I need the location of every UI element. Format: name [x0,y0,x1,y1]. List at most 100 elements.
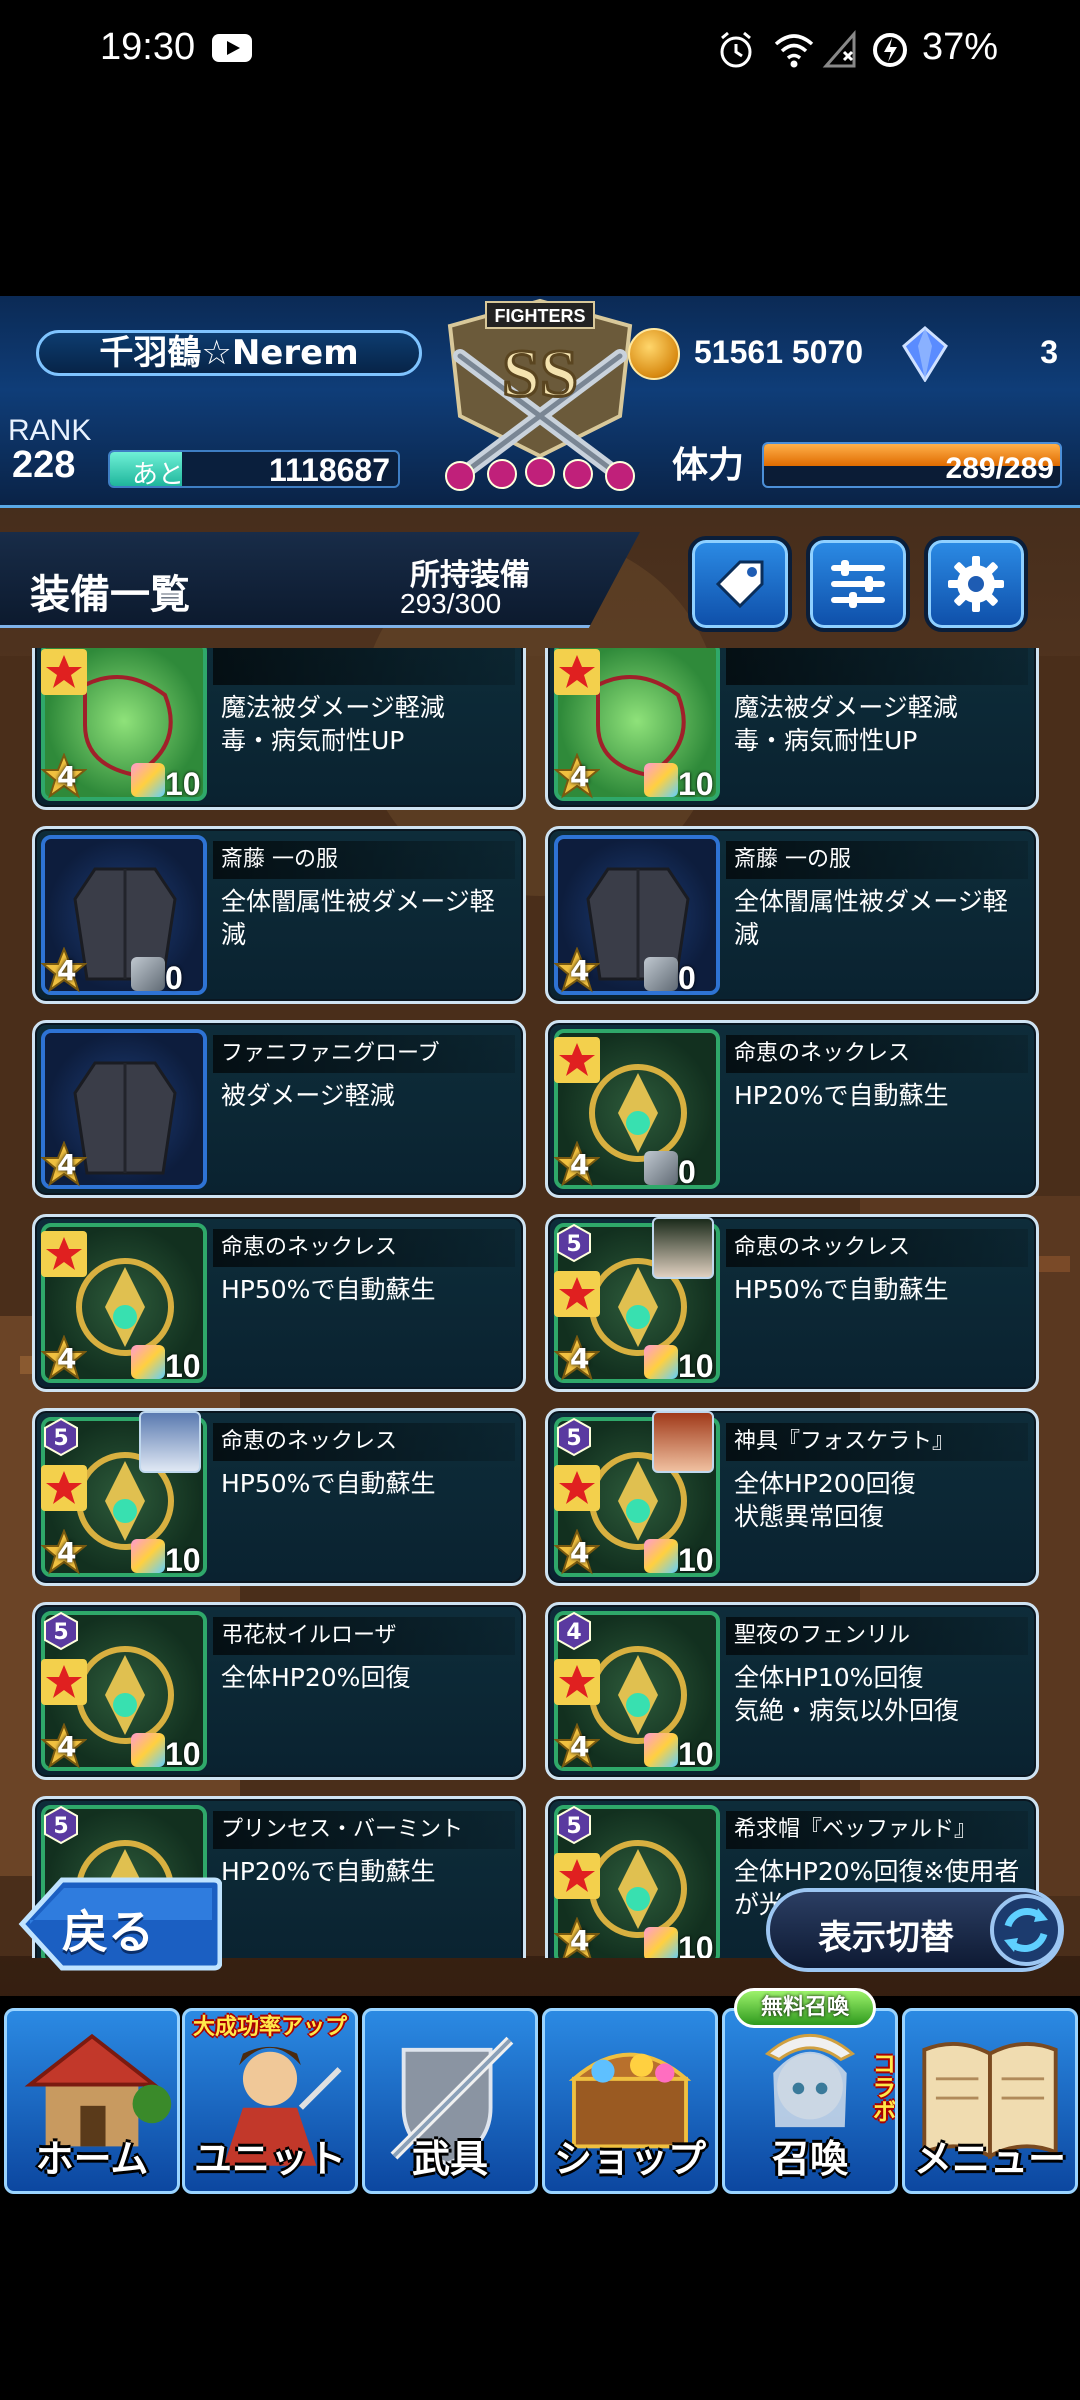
evolution-badge: 5 [44,1805,78,1845]
signal-icon [822,30,856,68]
exp-remaining-label: あと [132,460,185,488]
evolution-badge-label: 5 [566,1426,581,1451]
rarity-value: 4 [57,1730,77,1763]
nav-summon-collab-tag: コラボ [868,2051,896,2123]
enhance-level: 10 [165,766,201,802]
exp-remaining-value: 1118687 [268,452,390,488]
owned-count-value: 293/300 [400,588,502,619]
red-star-icon [554,1465,600,1511]
enhance-level: 0 [165,960,183,996]
player-header: 千羽鶴☆Nerem RANK 228 あと 1118687 FIGHTERS S… [0,296,1080,508]
enhance-level: 0 [678,1154,696,1190]
equipment-effect: HP20%で自動蘇生 [221,1857,436,1886]
equipment-card[interactable]: 5 4 10 命恵のネックレス HP50%で自動蘇生 [545,1214,1039,1392]
rarity-value: 4 [57,760,77,793]
back-button-label[interactable]: 戻る [62,1896,154,1962]
tag-icon [715,560,764,609]
evolution-badge-label: 5 [53,1814,68,1839]
equipment-effect: 全体HP10%回復 気絶・病気以外回復 [734,1663,960,1725]
enhance-level: 10 [678,1930,714,1958]
red-star-icon [554,1271,600,1317]
stamina-label: 体力 [672,445,745,486]
nav-unit[interactable]: ユニット 大成功率アップ [182,2008,358,2194]
nav-shop[interactable]: ショップ [542,2008,718,2194]
equipment-effect: HP20%で自動蘇生 [734,1081,949,1110]
nav-equipment-label: 武具 [411,2137,488,2181]
filter-button[interactable] [806,536,910,632]
equipment-card[interactable]: 5 4 10 弔花杖イルローザ全体HP20%回復 [32,1602,526,1780]
equipment-card[interactable]: 4 4 10 聖夜のフェンリル 全体HP10%回復 気絶・病気以外回復 [545,1602,1039,1780]
rarity-value: 4 [57,1536,77,1569]
evolution-badge: 5 [557,1417,591,1457]
equipment-card[interactable]: 5 4 10 神具『フォスケラト』 全体HP200回復 状態異常回復 [545,1408,1039,1586]
hammer-icon [644,1151,678,1185]
rarity-value: 4 [570,1730,590,1763]
equipment-list[interactable]: 4 10 魔法被ダメージ軽減 毒・病気耐性UP 4 10 魔法被ダメージ軽減 毒・病気耐性… [0,648,1080,1958]
equipment-effect: 魔法被ダメージ軽減 毒・病気耐性UP [734,693,958,755]
enhance-level: 10 [678,766,714,802]
rarity-value: 4 [570,1536,590,1569]
red-star-icon [554,649,600,695]
equipment-card[interactable]: 4 0 斎藤 一の服 全体闇属性被ダメージ軽減 [545,826,1039,1004]
equipment-effect: 魔法被ダメージ軽減 毒・病気耐性UP [221,693,445,755]
player-name[interactable]: 千羽鶴☆Nerem [36,330,422,376]
nav-shop-label: ショップ [553,2137,706,2181]
emblem-label: FIGHTERS [494,306,585,326]
equipment-card[interactable]: 4 ファニファニグローブ 被ダメージ軽減 [32,1020,526,1198]
enhance-level: 0 [678,960,696,996]
refresh-icon[interactable] [986,1888,1066,1972]
equipment-name: 命恵のネックレス [726,1035,1028,1073]
youtube-icon [212,34,252,62]
equipment-card[interactable]: 4 0 命恵のネックレス HP20%で自動蘇生 [545,1020,1039,1198]
rarity-value: 4 [57,1148,77,1181]
equipment-name [726,648,1028,685]
evolution-badge: 5 [557,1805,591,1845]
game-screen: 千羽鶴☆Nerem RANK 228 あと 1118687 FIGHTERS S… [0,296,1080,2196]
nav-menu-label: メニュー [913,2137,1066,2181]
exp-bar: あと 1118687 [108,450,400,488]
tag-button[interactable] [688,536,792,632]
rainbow-hammer-icon [644,763,678,797]
gem-icon [902,326,948,382]
rarity-value: 4 [570,1342,590,1375]
equipment-name: 命恵のネックレス [213,1423,515,1461]
equipment-name: 弔花杖イルローザ [213,1617,515,1655]
enhance-level: 10 [165,1736,201,1772]
red-star-icon [41,1659,87,1705]
switch-view-label[interactable]: 表示切替 [818,1910,954,1959]
equipment-effect: 全体HP20%回復 [221,1663,411,1692]
equipment-name: 命恵のネックレス [213,1229,515,1267]
equipment-card[interactable]: 4 10 魔法被ダメージ軽減 毒・病気耐性UP [545,648,1039,810]
nav-home-label: ホーム [35,2137,149,2181]
evolution-badge-label: 5 [566,1814,581,1839]
equipment-effect: 全体HP200回復 状態異常回復 [734,1469,916,1531]
battery-saver-icon [873,33,907,67]
enhance-level: 10 [678,1542,714,1578]
settings-button[interactable] [924,536,1028,632]
stamina-bar: 289/289 [762,442,1062,488]
rainbow-hammer-icon [131,1733,165,1767]
equipment-card[interactable]: 4 10 命恵のネックレス HP50%で自動蘇生 [32,1214,526,1392]
rainbow-hammer-icon [644,1927,678,1958]
nav-menu[interactable]: メニュー [902,2008,1078,2194]
rarity-value: 4 [570,1148,590,1181]
hammer-icon [131,957,165,991]
equipment-card[interactable]: 5 4 10 命恵のネックレス HP50%で自動蘇生 [32,1408,526,1586]
equipment-name [213,648,515,685]
equipment-name: 聖夜のフェンリル [726,1617,1028,1655]
rarity-value: 4 [570,954,590,987]
nav-equipment[interactable]: 武具 [362,2008,538,2194]
equipment-effect: HP50%で自動蘇生 [221,1275,436,1304]
bottom-nav: ホーム ユニット 大成功率アップ 武具 ショップ 召喚 コラボ 無料召喚 メニュ… [0,1988,1080,2196]
equipment-name: プリンセス・バーミント [213,1811,515,1849]
rarity-value: 4 [57,1342,77,1375]
status-bar: 19:30 37% [0,0,1080,100]
equipment-card[interactable]: 4 10 魔法被ダメージ軽減 毒・病気耐性UP [32,648,526,810]
evolution-badge: 5 [44,1611,78,1651]
red-star-icon [554,1037,600,1083]
nav-home[interactable]: ホーム [4,2008,180,2194]
enhance-level: 10 [678,1736,714,1772]
equipment-card[interactable]: 4 0 斎藤 一の服 全体闇属性被ダメージ軽減 [32,826,526,1004]
rarity-value: 4 [570,1924,590,1957]
nav-summon[interactable]: 召喚 コラボ [722,2008,898,2194]
